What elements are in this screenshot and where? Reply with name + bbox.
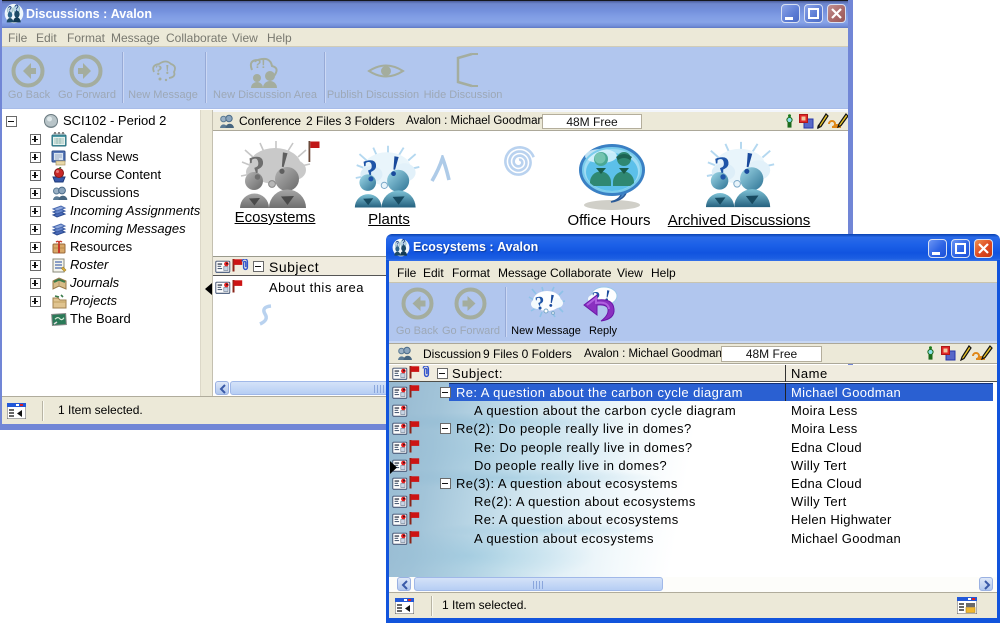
svg-text:?: ?	[155, 63, 163, 79]
svg-text:?!: ?!	[254, 57, 265, 71]
svg-text:?: ?	[396, 240, 399, 248]
svg-text:?: ?	[402, 240, 406, 248]
svg-text:?: ?	[8, 6, 12, 14]
svg-text:!: !	[165, 63, 170, 78]
svg-text:?: ?	[15, 3, 19, 13]
